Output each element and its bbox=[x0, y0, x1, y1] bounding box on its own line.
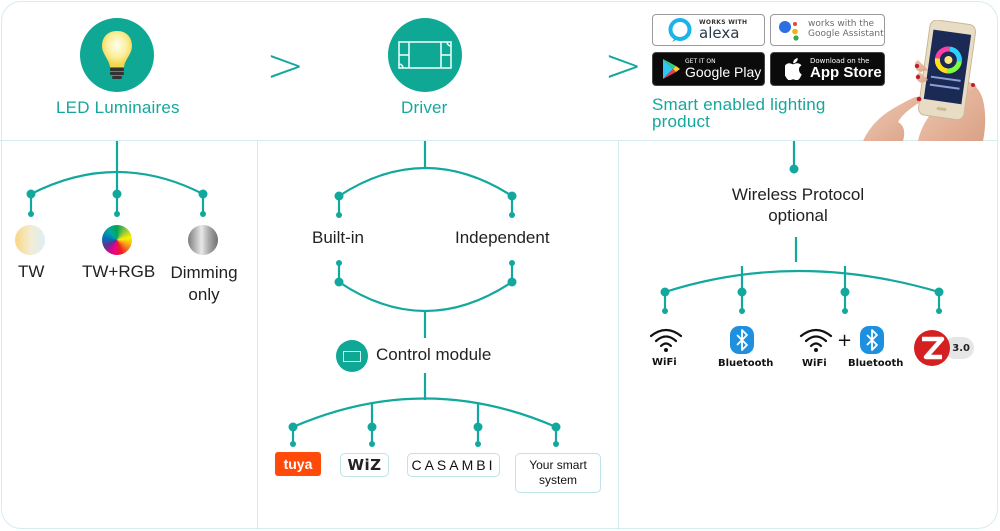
control-module-label: Control module bbox=[376, 345, 492, 364]
option-dimming-only: Dimming only bbox=[164, 262, 244, 306]
option-tw: TW bbox=[18, 262, 45, 281]
option-independent: Independent bbox=[455, 228, 550, 247]
row-divider bbox=[0, 140, 997, 141]
google-play-badge[interactable]: GET IT ON Google Play bbox=[652, 52, 765, 86]
option-tw-rgb: TW+RGB bbox=[82, 262, 156, 281]
wifi-icon bbox=[649, 328, 683, 352]
wireless-protocol-title: Wireless Protocol optional bbox=[700, 184, 896, 226]
bluetooth-label: Bluetooth bbox=[848, 358, 904, 369]
bluetooth-icon bbox=[730, 326, 754, 354]
dimming-line1: Dimming bbox=[170, 263, 238, 282]
alexa-icon bbox=[668, 18, 692, 42]
column-divider-2 bbox=[618, 140, 619, 530]
google-assistant-icon bbox=[779, 21, 799, 41]
dimming-line2: only bbox=[188, 285, 220, 304]
column-divider-1 bbox=[257, 140, 258, 530]
stage-label-driver: Driver bbox=[401, 98, 448, 117]
stage-label-smart-product: Smart enabled lighting product bbox=[652, 96, 826, 130]
chevron-right-icon: > bbox=[604, 38, 643, 92]
driver-icon bbox=[388, 18, 462, 92]
smart-system-line2: system bbox=[538, 473, 577, 487]
plus-sign: + bbox=[837, 330, 853, 351]
smart-system-line1: Your smart bbox=[529, 458, 587, 472]
alexa-badge[interactable]: WORKS WITH alexa bbox=[652, 14, 765, 46]
silver-dimming-swatch bbox=[188, 225, 218, 255]
wiz-text: WiZ bbox=[347, 456, 382, 474]
smart-product-line1: Smart enabled lighting bbox=[652, 95, 826, 114]
stage-label-led-luminaires: LED Luminaires bbox=[56, 98, 180, 117]
light-bulb-icon bbox=[80, 18, 154, 92]
casambi-text: CASAMBI bbox=[411, 457, 496, 473]
apple-icon bbox=[785, 58, 802, 80]
smart-product-line2: product bbox=[652, 112, 711, 131]
wireless-title-line1: Wireless Protocol bbox=[731, 185, 865, 204]
rgb-wheel-swatch bbox=[102, 225, 132, 255]
wifi-label: WiFi bbox=[802, 358, 827, 369]
your-smart-system-box: Your smart system bbox=[515, 453, 601, 493]
zigbee-icon bbox=[914, 330, 950, 366]
bluetooth-icon bbox=[860, 326, 884, 354]
wifi-icon bbox=[799, 328, 833, 352]
casambi-logo: CASAMBI bbox=[407, 453, 500, 477]
tuya-text: tuya bbox=[283, 456, 313, 472]
google-play-icon bbox=[663, 59, 680, 79]
alexa-text: alexa bbox=[699, 23, 740, 42]
control-module-icon bbox=[336, 340, 368, 372]
phone-in-hand-image bbox=[863, 20, 986, 141]
bluetooth-label: Bluetooth bbox=[718, 358, 774, 369]
zigbee-version: 3.0 bbox=[952, 342, 970, 354]
wireless-title-line2: optional bbox=[768, 206, 828, 225]
tuya-logo: tuya bbox=[275, 452, 321, 476]
wiz-logo: WiZ bbox=[340, 453, 389, 477]
option-built-in: Built-in bbox=[312, 228, 364, 247]
chevron-right-icon: > bbox=[266, 38, 305, 92]
google-play-text: Google Play bbox=[685, 64, 762, 80]
wifi-label: WiFi bbox=[652, 357, 677, 368]
tunable-white-swatch bbox=[15, 225, 45, 255]
